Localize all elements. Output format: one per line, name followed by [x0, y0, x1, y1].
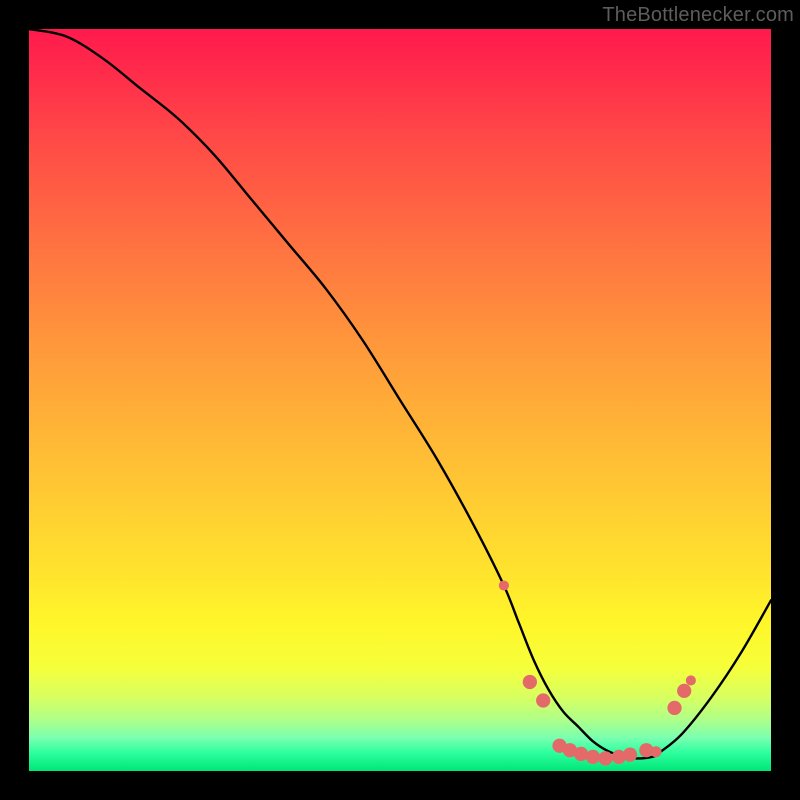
chart-gradient-background	[29, 29, 771, 771]
attribution-text: TheBottlenecker.com	[602, 4, 794, 27]
chart-frame: TheBottlenecker.com	[0, 0, 800, 800]
